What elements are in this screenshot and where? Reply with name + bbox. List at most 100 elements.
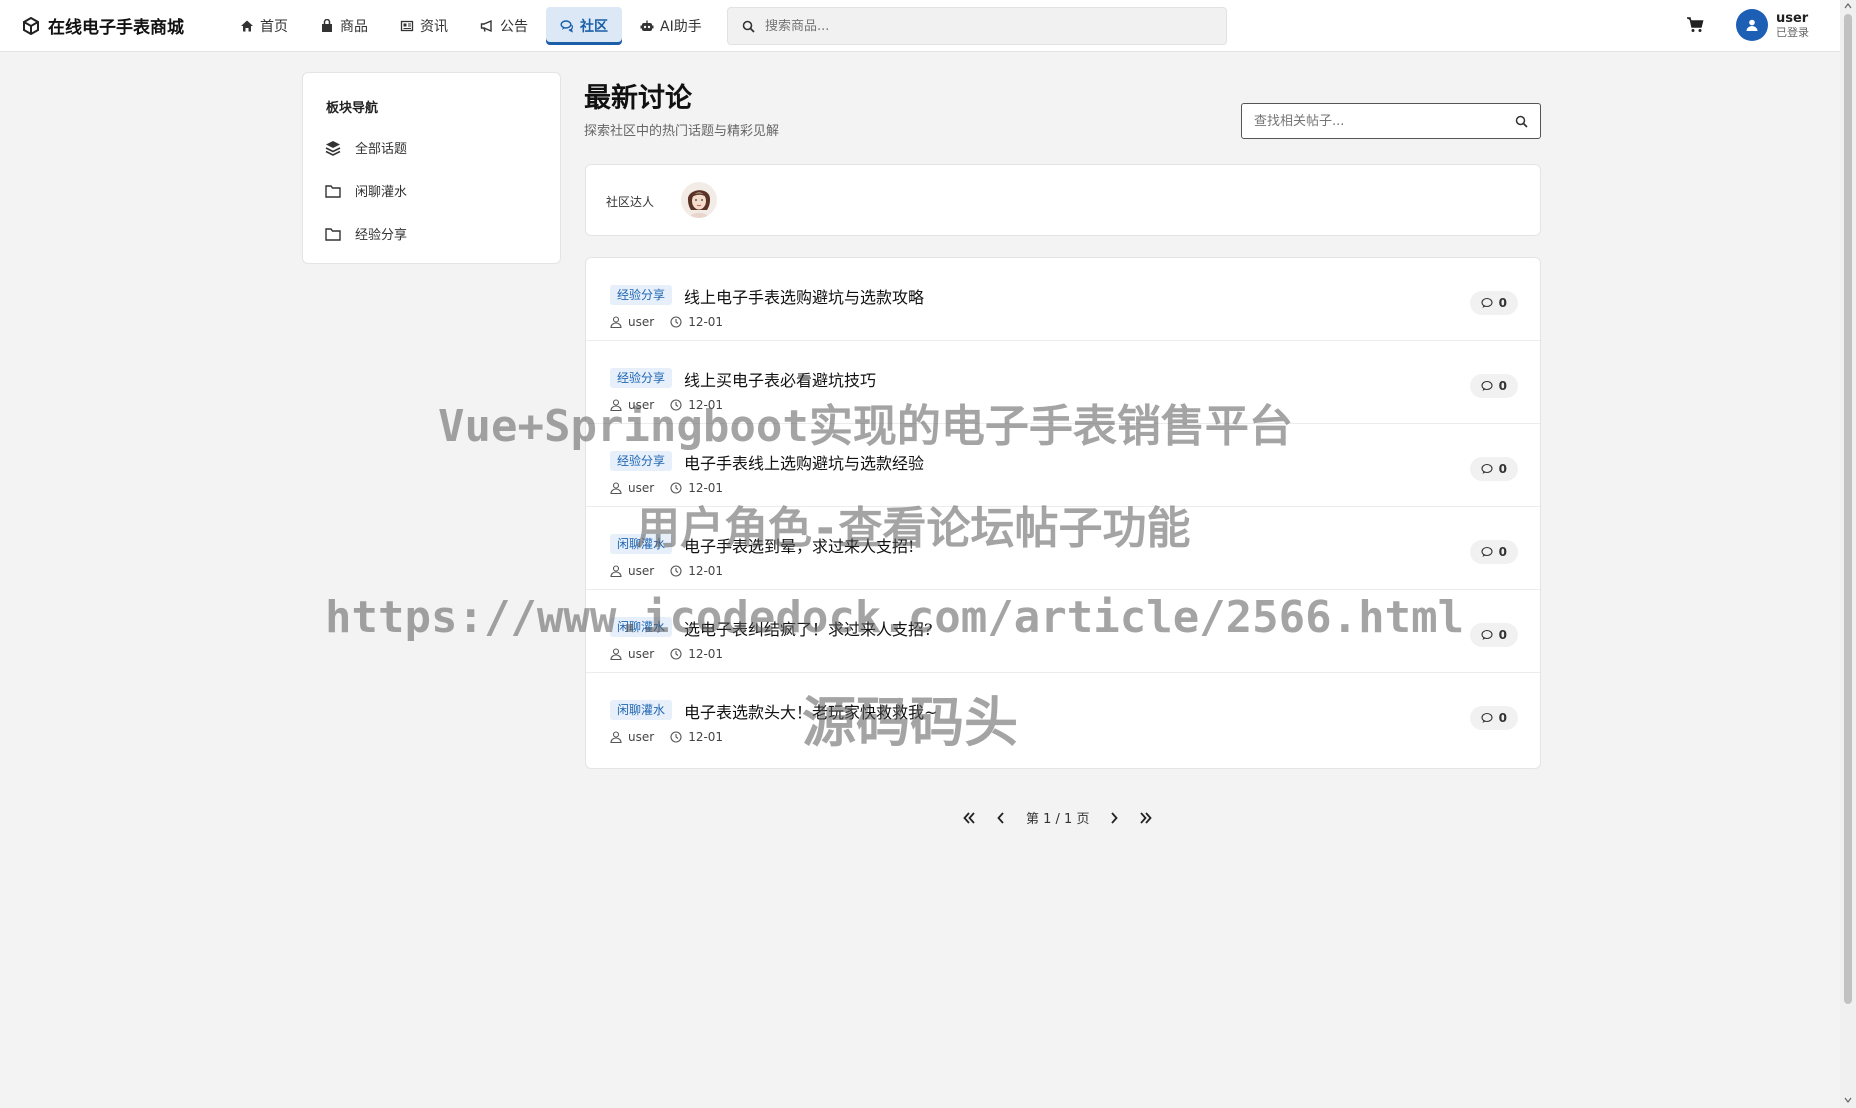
expert-avatar[interactable]	[681, 182, 717, 218]
nav-ai-assistant[interactable]: AI助手	[626, 7, 716, 45]
post-date-wrap: 12-01	[670, 647, 723, 661]
comment-icon	[1481, 380, 1493, 391]
post-meta: user 12-01	[610, 481, 723, 495]
category-tag[interactable]: 经验分享	[610, 285, 673, 305]
brand-logo[interactable]: 在线电子手表商城	[22, 13, 184, 38]
post-title[interactable]: 线上电子手表选购避坑与选款攻略	[684, 284, 924, 308]
clock-icon	[670, 482, 682, 494]
post-author: user	[628, 398, 655, 412]
next-page-icon[interactable]	[1107, 811, 1121, 825]
post-meta: user 12-01	[610, 315, 723, 329]
search-icon	[742, 20, 755, 33]
comment-count: 0	[1498, 462, 1507, 476]
post-title[interactable]: 线上买电子表必看避坑技巧	[684, 367, 876, 391]
nav-home[interactable]: 首页	[226, 7, 302, 45]
prev-page-icon[interactable]	[994, 811, 1008, 825]
post-item[interactable]: 闲聊灌水 电子表选款头大！老玩家快救救我~ user 12-01 0	[586, 673, 1540, 756]
cart-icon[interactable]	[1686, 16, 1704, 34]
post-title[interactable]: 电子手表线上选购避坑与选款经验	[684, 450, 924, 474]
category-tag[interactable]: 闲聊灌水	[610, 700, 673, 720]
clock-icon	[670, 565, 682, 577]
post-title[interactable]: 电子表选款头大！老玩家快救救我~	[684, 699, 937, 723]
clock-icon	[670, 648, 682, 660]
page-subtitle: 探索社区中的热门话题与精彩见解	[584, 124, 780, 139]
post-author: user	[628, 647, 655, 661]
nav-news-label: 资讯	[420, 19, 448, 35]
login-status: 已登录	[1776, 25, 1809, 39]
nav-ai-label: AI助手	[660, 19, 702, 35]
comment-count: 0	[1498, 711, 1507, 725]
post-title[interactable]: 电子手表选到晕，求过来人支招!	[684, 533, 914, 557]
category-tag[interactable]: 经验分享	[610, 451, 673, 471]
nav-products-label: 商品	[340, 19, 368, 35]
nav-community-label: 社区	[580, 19, 608, 35]
sidebar-item-chat[interactable]: 闲聊灌水	[325, 181, 407, 200]
search-icon[interactable]	[1515, 115, 1528, 128]
comment-icon	[1481, 463, 1493, 474]
comment-count-badge: 0	[1469, 540, 1518, 564]
post-date-wrap: 12-01	[670, 481, 723, 495]
clock-icon	[670, 731, 682, 743]
post-author: user	[628, 315, 655, 329]
post-item[interactable]: 经验分享 线上买电子表必看避坑技巧 user 12-01 0	[586, 341, 1540, 424]
last-page-icon[interactable]	[1139, 811, 1153, 825]
user-outline-icon	[610, 731, 622, 743]
post-title[interactable]: 选电子表纠结疯了！求过来人支招?	[684, 616, 933, 640]
scroll-down-icon[interactable]	[1844, 1096, 1852, 1104]
comment-count: 0	[1498, 545, 1507, 559]
home-icon	[241, 20, 253, 32]
comments-icon	[560, 20, 573, 33]
post-list: 经验分享 线上电子手表选购避坑与选款攻略 user 12-01 0 经验分享 线上买电子表必…	[585, 257, 1541, 769]
board-sidebar: 板块导航 全部话题 闲聊灌水 经验分享	[302, 72, 561, 264]
nav-notice[interactable]: 公告	[466, 7, 542, 45]
post-item[interactable]: 经验分享 电子手表线上选购避坑与选款经验 user 12-01 0	[586, 424, 1540, 507]
sidebar-item-experience[interactable]: 经验分享	[325, 224, 407, 243]
comment-icon	[1481, 712, 1493, 723]
product-search-input[interactable]	[765, 18, 1205, 34]
post-search[interactable]	[1241, 103, 1541, 139]
user-menu[interactable]: user 已登录	[1736, 9, 1809, 41]
category-tag[interactable]: 经验分享	[610, 368, 673, 388]
bullhorn-icon	[480, 19, 492, 33]
scroll-thumb[interactable]	[1844, 14, 1852, 1004]
page-indicator: 第 1 / 1 页	[1026, 812, 1090, 827]
post-item[interactable]: 闲聊灌水 电子手表选到晕，求过来人支招! user 12-01 0	[586, 507, 1540, 590]
post-date: 12-01	[688, 315, 724, 329]
post-date-wrap: 12-01	[670, 730, 723, 744]
post-item[interactable]: 闲聊灌水 选电子表纠结疯了！求过来人支招? user 12-01 0	[586, 590, 1540, 673]
scroll-up-icon[interactable]	[1844, 2, 1852, 10]
product-search[interactable]	[727, 7, 1227, 45]
nav-news[interactable]: 资讯	[386, 7, 462, 45]
clock-icon	[670, 399, 682, 411]
post-search-input[interactable]	[1254, 113, 1494, 129]
user-outline-icon	[610, 399, 622, 411]
comment-count: 0	[1498, 379, 1507, 393]
comment-icon	[1481, 297, 1493, 308]
user-outline-icon	[610, 648, 622, 660]
category-tag[interactable]: 闲聊灌水	[610, 617, 673, 637]
newspaper-icon	[400, 20, 414, 32]
cube-icon	[23, 16, 39, 35]
post-item[interactable]: 经验分享 线上电子手表选购避坑与选款攻略 user 12-01 0	[586, 258, 1540, 341]
brand-name: 在线电子手表商城	[48, 18, 184, 38]
sidebar-item-label: 全部话题	[355, 142, 408, 157]
avatar	[1736, 9, 1768, 41]
post-date: 12-01	[688, 730, 724, 744]
folder-icon	[325, 227, 341, 241]
comment-count-badge: 0	[1469, 374, 1518, 398]
user-name: user	[1776, 10, 1809, 26]
nav-products[interactable]: 商品	[306, 7, 382, 45]
nav-community[interactable]: 社区	[546, 7, 622, 45]
post-date-wrap: 12-01	[670, 398, 723, 412]
layers-icon	[325, 140, 341, 156]
comment-icon	[1481, 629, 1493, 640]
first-page-icon[interactable]	[962, 811, 976, 825]
category-tag[interactable]: 闲聊灌水	[610, 534, 673, 554]
bag-icon	[322, 19, 332, 32]
post-date: 12-01	[688, 398, 724, 412]
page-scrollbar[interactable]	[1840, 0, 1856, 1108]
pagination: 第 1 / 1 页	[962, 808, 1153, 827]
sidebar-title: 板块导航	[326, 101, 379, 116]
top-navbar: 在线电子手表商城 首页 商品 资讯 公告 社区 AI助手 搜索商品... use…	[0, 0, 1840, 52]
sidebar-item-all-topics[interactable]: 全部话题	[325, 138, 407, 157]
